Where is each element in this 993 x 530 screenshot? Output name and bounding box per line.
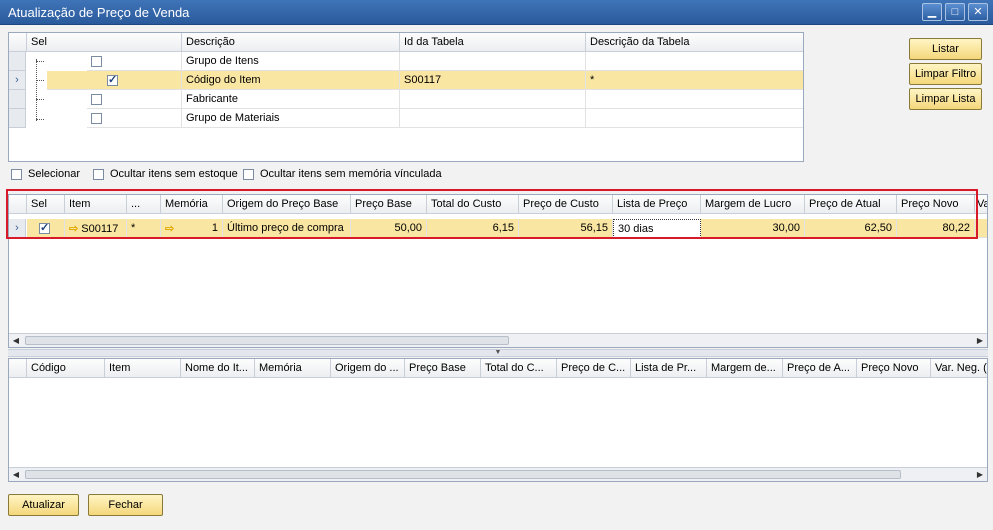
- filter-cell-sel[interactable]: [87, 52, 182, 71]
- close-button[interactable]: ✕: [968, 3, 988, 21]
- filter-cell-descricao: Grupo de Itens: [182, 52, 400, 71]
- ocultar-estoque-checkbox[interactable]: [93, 168, 104, 180]
- filter-cell-descricao: Grupo de Materiais: [182, 109, 400, 128]
- filter-header-descricao-tabela[interactable]: Descrição da Tabela: [586, 33, 803, 52]
- result-header-origem[interactable]: Origem do ...: [331, 359, 405, 378]
- filter-cell-id[interactable]: [400, 109, 586, 128]
- result-header-preco-novo[interactable]: Preço Novo: [857, 359, 931, 378]
- maximize-button[interactable]: □: [945, 3, 965, 21]
- result-header-preco-base[interactable]: Preço Base: [405, 359, 481, 378]
- filter-cell-desc-tabela: *: [586, 71, 803, 90]
- filter-grid: Sel Descrição Id da Tabela Descrição da …: [8, 32, 804, 162]
- items-hscrollbar[interactable]: ◀ ▶: [9, 333, 987, 347]
- tree-line: [36, 59, 37, 121]
- row-selector[interactable]: [9, 52, 26, 71]
- selecionar-option[interactable]: Selecionar: [11, 168, 80, 182]
- filter-cell-id[interactable]: [400, 90, 586, 109]
- splitter-handle[interactable]: ▼: [8, 349, 988, 357]
- listar-button[interactable]: Listar: [909, 38, 982, 60]
- scroll-thumb[interactable]: [25, 470, 901, 479]
- filter-cell-sel[interactable]: [87, 109, 182, 128]
- selecionar-checkbox[interactable]: [11, 168, 22, 180]
- ocultar-estoque-label: Ocultar itens sem estoque: [110, 168, 238, 180]
- filter-header-id-tabela[interactable]: Id da Tabela: [400, 33, 586, 52]
- ocultar-memoria-label: Ocultar itens sem memória vínculada: [260, 168, 442, 180]
- row-checkbox[interactable]: [91, 112, 102, 124]
- result-header-lista[interactable]: Lista de Pr...: [631, 359, 707, 378]
- filter-cell-sel[interactable]: [47, 71, 182, 90]
- tree-line: [36, 61, 44, 62]
- scroll-left-icon[interactable]: ◀: [9, 468, 23, 481]
- tree-line: [36, 119, 44, 120]
- scroll-right-icon[interactable]: ▶: [973, 334, 987, 347]
- filter-cell-descricao: Fabricante: [182, 90, 400, 109]
- row-selector-active[interactable]: ›: [9, 71, 26, 90]
- filter-cell-desc-tabela: [586, 109, 803, 128]
- filter-cell-desc-tabela: [586, 90, 803, 109]
- result-hscrollbar[interactable]: ◀ ▶: [9, 467, 987, 481]
- result-header-preco-custo[interactable]: Preço de C...: [557, 359, 631, 378]
- tree-line: [36, 80, 44, 81]
- result-header-codigo[interactable]: Código: [27, 359, 105, 378]
- limpar-filtro-button[interactable]: Limpar Filtro: [909, 63, 982, 85]
- result-header-preco-atual[interactable]: Preço de A...: [783, 359, 857, 378]
- ocultar-memoria-option[interactable]: Ocultar itens sem memória vínculada: [243, 168, 442, 182]
- row-selector[interactable]: [9, 90, 26, 109]
- result-header-memoria[interactable]: Memória: [255, 359, 331, 378]
- row-checkbox-checked[interactable]: [107, 73, 118, 86]
- ocultar-memoria-checkbox[interactable]: [243, 168, 254, 180]
- filter-header-corner: [9, 33, 27, 52]
- result-header-margem[interactable]: Margem de...: [707, 359, 783, 378]
- selecionar-label: Selecionar: [28, 168, 80, 180]
- scroll-thumb[interactable]: [25, 336, 509, 345]
- result-header-var-neg[interactable]: Var. Neg. (...: [931, 359, 987, 378]
- row-checkbox[interactable]: [91, 93, 102, 105]
- filter-cell-id[interactable]: S00117: [400, 71, 586, 90]
- filter-cell-desc-tabela: [586, 52, 803, 71]
- filter-cell-descricao: Código do Item: [182, 71, 400, 90]
- tree-line: [36, 99, 44, 100]
- atualizar-button[interactable]: Atualizar: [8, 494, 79, 516]
- filter-cell-sel[interactable]: [87, 90, 182, 109]
- limpar-lista-button[interactable]: Limpar Lista: [909, 88, 982, 110]
- row-checkbox[interactable]: [91, 55, 102, 67]
- fechar-button[interactable]: Fechar: [88, 494, 163, 516]
- result-header-corner: [9, 359, 27, 378]
- scroll-right-icon[interactable]: ▶: [973, 468, 987, 481]
- scroll-left-icon[interactable]: ◀: [9, 334, 23, 347]
- minimize-button[interactable]: ▁: [922, 3, 942, 21]
- ocultar-estoque-option[interactable]: Ocultar itens sem estoque: [93, 168, 238, 182]
- result-header-item[interactable]: Item: [105, 359, 181, 378]
- highlight-box: [6, 189, 978, 239]
- result-grid: Código Item Nome do It... Memória Origem…: [8, 358, 988, 482]
- title-bar: Atualização de Preço de Venda ▁ □ ✕: [0, 0, 993, 25]
- row-selector[interactable]: [9, 109, 26, 128]
- filter-header-sel[interactable]: Sel: [27, 33, 182, 52]
- window-title: Atualização de Preço de Venda: [8, 5, 190, 20]
- result-header-nome[interactable]: Nome do It...: [181, 359, 255, 378]
- filter-cell-id[interactable]: [400, 52, 586, 71]
- filter-header-descricao[interactable]: Descrição: [182, 33, 400, 52]
- result-header-total-custo[interactable]: Total do C...: [481, 359, 557, 378]
